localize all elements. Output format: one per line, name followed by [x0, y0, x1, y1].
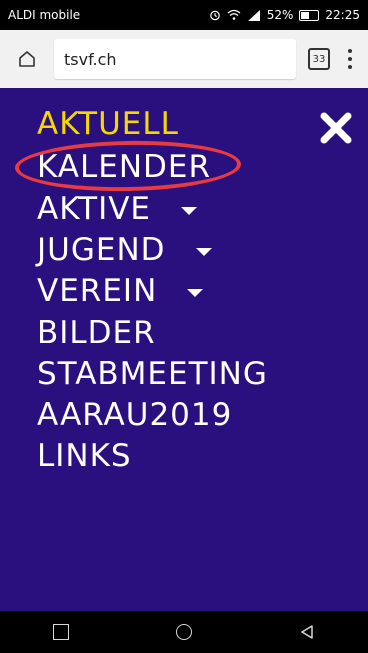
- menu-item-label: STABMEETING: [37, 356, 268, 392]
- more-vert-icon[interactable]: [340, 40, 360, 78]
- status-bar: ALDI mobile 52% 22:25: [0, 0, 368, 30]
- clock: 22:25: [325, 8, 360, 22]
- menu-item-label: AKTIVE: [37, 191, 152, 227]
- menu-item-links[interactable]: LINKS: [37, 438, 132, 474]
- status-icons: 52% 22:25: [209, 8, 360, 22]
- menu-item-label: AKTUELL: [37, 106, 179, 142]
- recents-icon[interactable]: [53, 624, 70, 640]
- chevron-down-icon[interactable]: [181, 207, 198, 215]
- menu-item-label: AARAU2019: [37, 397, 233, 433]
- home-icon: [19, 51, 35, 67]
- menu-item-aktive[interactable]: AKTIVE: [37, 191, 198, 227]
- carrier-name: ALDI mobile: [8, 8, 81, 22]
- menu-item-aarau2019[interactable]: AARAU2019: [37, 397, 232, 433]
- home-nav-icon[interactable]: [175, 624, 192, 640]
- url-text: tsvf.ch: [64, 49, 117, 69]
- tabs-button[interactable]: 33: [308, 48, 330, 70]
- back-icon[interactable]: [299, 624, 315, 640]
- chevron-down-icon[interactable]: [195, 248, 212, 256]
- browser-toolbar: tsvf.ch 33: [0, 30, 368, 88]
- menu-item-aktuell[interactable]: AKTUELL: [37, 106, 179, 142]
- close-icon[interactable]: [318, 110, 354, 146]
- wifi-icon: [227, 9, 241, 20]
- mobile-menu: AKTUELL KALENDER AKTIVE JUGEND VEREIN BI…: [0, 88, 368, 611]
- menu-item-stabmeeting[interactable]: STABMEETING: [37, 356, 268, 392]
- menu-item-label: JUGEND: [37, 232, 166, 268]
- menu-item-label: LINKS: [37, 438, 132, 474]
- battery-percent: 52%: [266, 8, 294, 22]
- home-button[interactable]: [8, 40, 46, 78]
- menu-item-label: VEREIN: [37, 273, 158, 309]
- menu-item-bilder[interactable]: BILDER: [37, 315, 156, 351]
- battery-icon: [299, 9, 320, 21]
- system-navigation-bar: [0, 611, 368, 653]
- signal-icon: [247, 10, 260, 21]
- menu-item-label: BILDER: [37, 315, 156, 351]
- battery-fill: [301, 11, 309, 19]
- address-bar[interactable]: tsvf.ch: [54, 39, 296, 79]
- alarm-icon: [209, 10, 220, 21]
- chevron-down-icon[interactable]: [187, 289, 204, 297]
- menu-item-jugend[interactable]: JUGEND: [37, 232, 212, 268]
- tab-count: 33: [312, 53, 326, 65]
- menu-item-verein[interactable]: VEREIN: [37, 273, 204, 309]
